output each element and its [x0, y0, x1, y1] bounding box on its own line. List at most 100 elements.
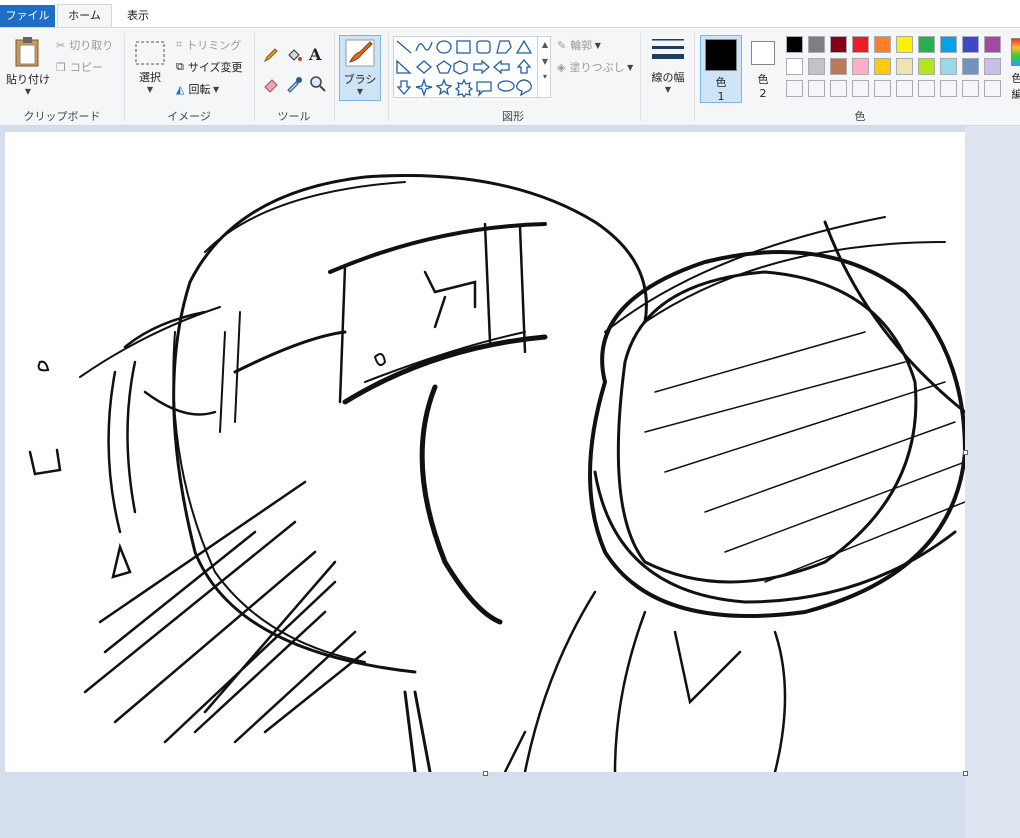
chevron-down-icon: ▼ [146, 85, 154, 94]
paint-bucket-icon [288, 49, 302, 61]
eraser-tool[interactable] [262, 75, 280, 93]
text-tool[interactable]: A [309, 45, 321, 64]
chevron-down-icon: ▼ [624, 62, 634, 72]
sketch-drawing [28, 174, 968, 774]
select-rectangle-icon [135, 41, 165, 65]
palette-color-swatch[interactable] [940, 36, 957, 53]
paste-button[interactable]: 貼り付け ▼ [6, 36, 50, 96]
palette-custom-swatch[interactable] [874, 80, 891, 97]
palette-custom-swatch[interactable] [984, 80, 1001, 97]
resize-handle-corner[interactable] [963, 771, 968, 776]
color2-button[interactable]: 色 2 [746, 35, 780, 103]
eraser-icon [264, 79, 278, 93]
palette-custom-swatch[interactable] [962, 80, 979, 97]
palette-custom-swatch[interactable] [852, 80, 869, 97]
clipboard-group-label: クリップボード [23, 110, 101, 123]
canvas-background-right [965, 126, 1020, 838]
color2-label: 色 [757, 73, 769, 86]
palette-color-swatch[interactable] [918, 36, 935, 53]
cut-button[interactable]: ✂ 切り取り [56, 37, 113, 53]
outline-label: 輪郭 [570, 39, 593, 52]
tab-home[interactable]: ホーム [57, 4, 112, 27]
outline-button[interactable]: ✎ 輪郭 ▼ [557, 37, 601, 53]
edit-colors-button[interactable]: 色 編 [1007, 38, 1020, 102]
paste-label: 貼り付け [6, 73, 50, 86]
line-width-button[interactable]: 線の幅 ▼ [646, 36, 690, 94]
ribbon-tabs: ファイル ホーム 表示 [0, 0, 1020, 27]
brush-icon [345, 39, 375, 67]
color2-swatch [751, 41, 775, 65]
palette-color-swatch[interactable] [808, 36, 825, 53]
copy-button[interactable]: ❐ コピー [56, 59, 103, 75]
chevron-down-icon: ▼ [592, 40, 601, 50]
palette-custom-swatch[interactable] [808, 80, 825, 97]
canvas-area [0, 126, 1020, 838]
resize-handle-bottom[interactable] [483, 771, 488, 776]
outline-pen-icon: ✎ [557, 38, 567, 52]
crop-icon: ⌗ [176, 38, 183, 51]
palette-color-swatch[interactable] [808, 58, 825, 75]
select-button[interactable]: 選択 ▼ [132, 40, 168, 94]
palette-color-swatch[interactable] [852, 36, 869, 53]
rotate-button[interactable]: ◭ 回転 ▼ [176, 81, 219, 97]
magnifier-icon [310, 76, 326, 92]
palette-color-swatch[interactable] [896, 36, 913, 53]
shapes-scrollbar[interactable]: ▲ ▼ ▾ [537, 36, 552, 98]
tab-file[interactable]: ファイル [0, 5, 55, 27]
palette-color-swatch[interactable] [830, 36, 847, 53]
rotate-label: 回転 [188, 83, 211, 96]
palette-color-swatch[interactable] [962, 36, 979, 53]
palette-color-swatch[interactable] [786, 58, 803, 75]
brush-label: ブラシ [343, 73, 377, 86]
palette-color-swatch[interactable] [940, 58, 957, 75]
palette-custom-swatch[interactable] [918, 80, 935, 97]
shapes-icons [396, 39, 533, 99]
tab-view[interactable]: 表示 [116, 5, 160, 27]
palette-color-swatch[interactable] [962, 58, 979, 75]
divider [694, 33, 695, 121]
palette-color-swatch[interactable] [918, 58, 935, 75]
color1-button[interactable]: 色 1 [700, 35, 742, 103]
palette-color-swatch[interactable] [830, 58, 847, 75]
scroll-up-icon[interactable]: ▲ [538, 40, 552, 49]
edit-colors-label: 色 [1011, 72, 1020, 85]
ribbon: 貼り付け ▼ ✂ 切り取り ❐ コピー クリップボード 選択 ▼ ⌗ トリミング… [0, 27, 1020, 126]
resize-handle-right[interactable] [963, 450, 968, 455]
scroll-down-icon[interactable]: ▼ [538, 57, 552, 66]
select-label: 選択 [139, 71, 161, 84]
resize-button[interactable]: ⧉ サイズ変更 [176, 59, 243, 75]
palette-color-swatch[interactable] [786, 36, 803, 53]
clipboard-icon [15, 37, 39, 67]
rotate-icon: ◭ [176, 82, 185, 96]
fill-tool[interactable] [285, 46, 303, 64]
rainbow-icon [1011, 38, 1020, 66]
palette-color-swatch[interactable] [984, 58, 1001, 75]
drawing-canvas[interactable] [5, 132, 968, 774]
color-picker-tool[interactable] [285, 75, 303, 93]
crop-button[interactable]: ⌗ トリミング [176, 37, 241, 53]
pencil-tool[interactable] [262, 46, 280, 64]
crop-label: トリミング [186, 39, 242, 52]
divider [640, 33, 641, 121]
palette-custom-swatch[interactable] [896, 80, 913, 97]
palette-color-swatch[interactable] [852, 58, 869, 75]
divider [334, 33, 335, 121]
palette-custom-swatch[interactable] [830, 80, 847, 97]
scissors-icon: ✂ [56, 38, 66, 52]
expand-icon[interactable]: ▾ [538, 72, 552, 81]
shapes-gallery [393, 36, 551, 99]
chevron-down-icon: ▼ [356, 87, 364, 96]
palette-color-swatch[interactable] [874, 58, 891, 75]
tools-group-label: ツール [277, 110, 311, 123]
palette-color-swatch[interactable] [896, 58, 913, 75]
palette-custom-swatch[interactable] [940, 80, 957, 97]
palette-color-swatch[interactable] [874, 36, 891, 53]
magnifier-tool[interactable] [309, 75, 327, 93]
palette-custom-swatch[interactable] [786, 80, 803, 97]
fill-button[interactable]: ◈ 塗りつぶし ▼ [557, 59, 633, 75]
chevron-down-icon: ▼ [24, 87, 32, 96]
pencil-icon [263, 48, 278, 63]
chevron-down-icon: ▼ [210, 84, 220, 94]
brush-button[interactable]: ブラシ ▼ [339, 35, 381, 101]
palette-color-swatch[interactable] [984, 36, 1001, 53]
